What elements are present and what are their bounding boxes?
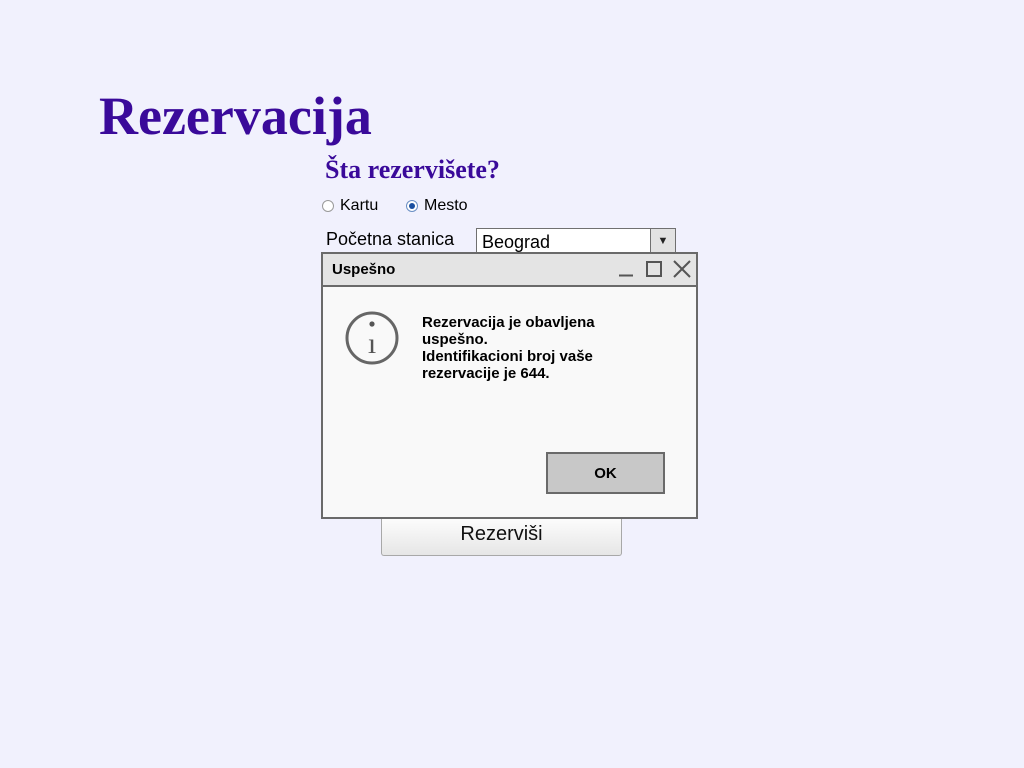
dialog-title: Uspešno [332, 261, 396, 278]
start-station-label: Početna stanica [326, 229, 455, 249]
dialog-message: Rezervacija je obavljena uspešno. Identi… [422, 314, 637, 382]
reservation-type-question: Šta rezervišete? [325, 155, 500, 184]
radio-circle-checked[interactable] [406, 200, 418, 212]
start-station-select[interactable]: Beograd ▼ [476, 228, 676, 254]
radio-circle-unchecked[interactable] [322, 200, 334, 212]
svg-text:ı: ı [368, 327, 376, 360]
radio-kartu-label: Kartu [340, 197, 379, 214]
reserve-button[interactable]: Rezerviši [381, 514, 622, 556]
ok-button[interactable]: OK [546, 452, 665, 494]
radio-mesto-label: Mesto [424, 197, 468, 214]
triangle-down-icon[interactable]: ▼ [650, 229, 675, 253]
dialog-message-line-2: Identifikacioni broj vaše rezervacije je… [422, 348, 593, 382]
dialog-titlebar[interactable]: Uspešno [323, 254, 696, 287]
radio-mesto[interactable]: Mesto [406, 196, 468, 216]
maximize-icon[interactable] [644, 259, 664, 279]
reservation-page: Rezervacija Šta rezervišete? Kartu Mesto… [0, 0, 1024, 768]
reserve-button-label: Rezerviši [460, 523, 543, 545]
radio-kartu[interactable]: Kartu [322, 196, 378, 216]
info-icon: ı [345, 311, 399, 370]
dialog-message-line-1: Rezervacija je obavljena uspešno. [422, 314, 595, 348]
success-dialog: Uspešno ı Rezervacija je obavljena uspeš… [321, 252, 698, 519]
minimize-icon[interactable] [616, 259, 636, 279]
start-station-value: Beograd [482, 232, 551, 252]
close-icon[interactable] [672, 259, 692, 279]
page-title: Rezervacija [99, 86, 372, 146]
